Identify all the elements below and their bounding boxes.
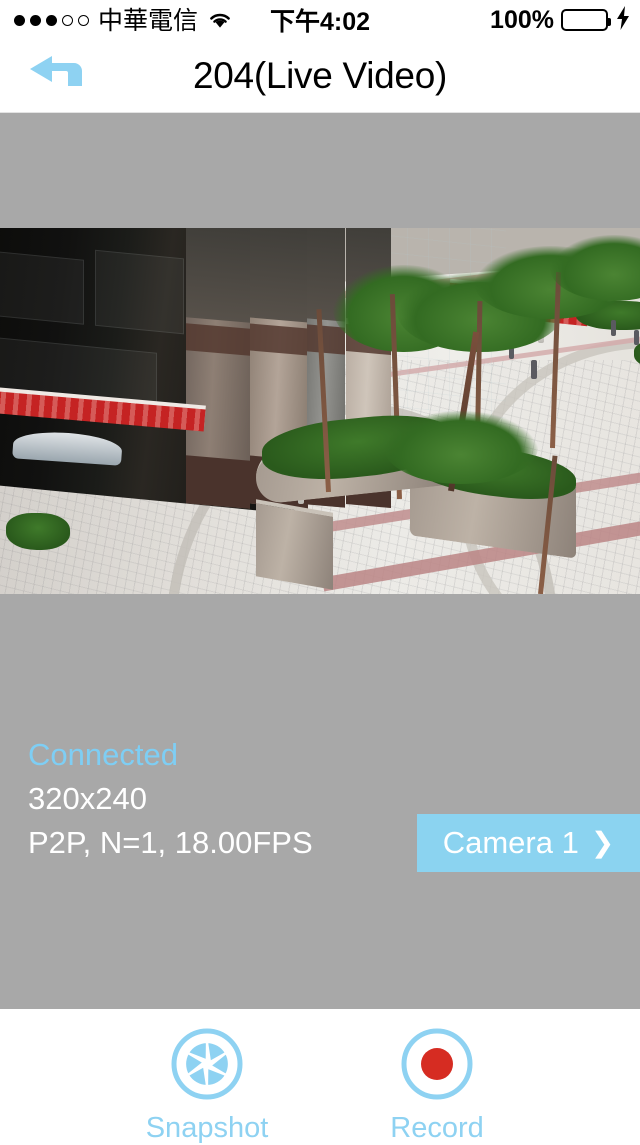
app-screen: 中華電信 下午4:02 100% 204(Live Video) Connect… (0, 0, 640, 1144)
chevron-right-icon: ❯ (590, 827, 615, 858)
battery-icon (561, 9, 611, 31)
stream-info: P2P, N=1, 18.00FPS (28, 825, 313, 860)
page-title: 204(Live Video) (193, 55, 447, 96)
snapshot-button[interactable]: Snapshot (117, 1027, 297, 1145)
bottom-toolbar: Snapshot Record (0, 1009, 640, 1144)
video-stage[interactable]: Connected 320x240 P2P, N=1, 18.00FPS Cam… (0, 113, 640, 1009)
record-button[interactable]: Record (347, 1027, 527, 1145)
stream-resolution: 320x240 (28, 781, 147, 816)
live-video-frame[interactable] (0, 228, 640, 594)
record-label: Record (390, 1112, 484, 1144)
navigation-bar: 204(Live Video) (0, 40, 640, 113)
status-bar-right: 100% (490, 0, 630, 40)
aperture-icon (170, 1027, 244, 1106)
battery-percent: 100% (490, 5, 554, 34)
clock-text: 下午4:02 (269, 8, 371, 36)
record-dot-icon (400, 1027, 474, 1106)
camera-selector-button[interactable]: Camera 1 ❯ (417, 814, 640, 872)
status-bar: 中華電信 下午4:02 100% (0, 0, 640, 40)
connection-status: Connected (28, 737, 178, 772)
camera-selector-label: Camera 1 (442, 825, 579, 860)
lightning-bolt-icon (616, 6, 630, 34)
video-scene (0, 228, 640, 594)
stream-status-block: Connected 320x240 P2P, N=1, 18.00FPS (28, 733, 313, 865)
snapshot-label: Snapshot (145, 1112, 269, 1144)
